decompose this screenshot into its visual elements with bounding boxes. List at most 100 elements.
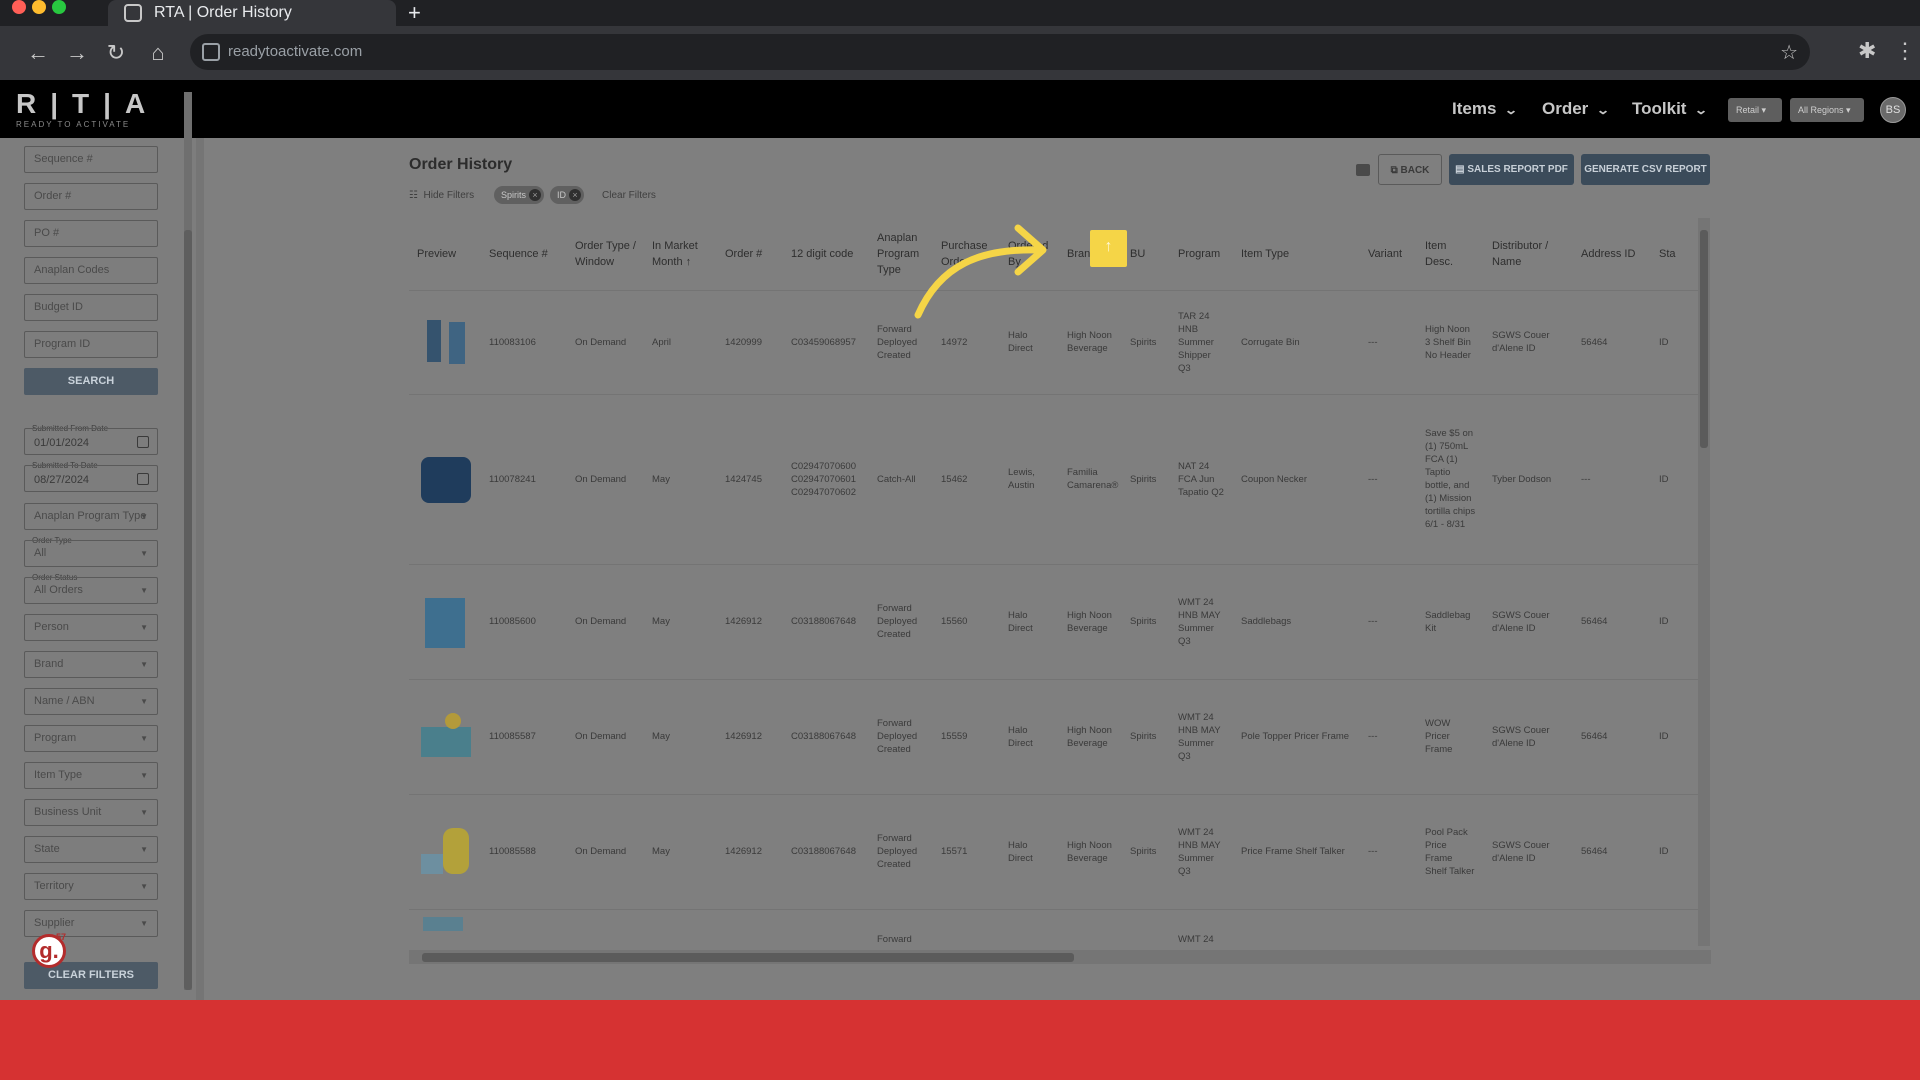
- document-icon: ▤: [1455, 164, 1465, 175]
- back-arrow-icon[interactable]: ←: [24, 39, 52, 67]
- minimize-window-icon[interactable]: [32, 0, 46, 14]
- extensions-puzzle-icon[interactable]: ✱: [1858, 38, 1876, 64]
- logo-tagline: READY TO ACTIVATE: [16, 120, 131, 129]
- sort-up-arrow-icon[interactable]: ↑: [1098, 235, 1119, 258]
- name-abn-select[interactable]: Name / ABN ▼: [24, 688, 158, 715]
- territory-select[interactable]: Territory ▼: [24, 873, 158, 900]
- nav-order-menu[interactable]: Order ⌄: [1542, 80, 1610, 139]
- reload-icon[interactable]: ↻: [102, 39, 130, 67]
- search-button[interactable]: SEARCH: [24, 368, 158, 395]
- col-order[interactable]: Order #: [717, 218, 783, 291]
- chip-remove-icon[interactable]: ×: [529, 189, 542, 201]
- table-horizontal-scroll-thumb[interactable]: [422, 953, 1074, 962]
- anaplan-program-type-select[interactable]: Anaplan Program Type ▼: [24, 503, 158, 530]
- product-thumbnail[interactable]: [419, 318, 471, 366]
- home-icon[interactable]: ⌂: [144, 39, 172, 67]
- person-label: Person: [34, 621, 69, 633]
- calendar-icon[interactable]: [137, 436, 149, 448]
- col-distributor[interactable]: Distributor / Name: [1484, 218, 1573, 291]
- table-vertical-scroll-thumb[interactable]: [1700, 230, 1708, 448]
- state-select[interactable]: State ▼: [24, 836, 158, 863]
- anaplan-program-type-label: Anaplan Program Type: [34, 510, 147, 522]
- maximize-window-icon[interactable]: [52, 0, 66, 14]
- item-type-select[interactable]: Item Type ▼: [24, 762, 158, 789]
- person-select[interactable]: Person ▼: [24, 614, 158, 641]
- table-row[interactable]: 110085588 On Demand May 1426912 C0318806…: [409, 794, 1709, 910]
- order-type-select[interactable]: All ▼: [24, 540, 158, 567]
- dropdown-arrow-icon: ▼: [140, 660, 148, 669]
- browser-toolbar: ← → ↻ ⌂ readytoactivate.com ☆ ✱ ⋮: [0, 26, 1920, 80]
- retail-select[interactable]: Retail ▾: [1728, 98, 1782, 122]
- highlighted-brand-sort-control[interactable]: ↑: [1090, 230, 1127, 267]
- col-12-digit-code[interactable]: 12 digit code: [783, 218, 869, 291]
- program-select[interactable]: Program ▼: [24, 725, 158, 752]
- page-title: Order History: [409, 156, 513, 173]
- order-type-cell: On Demand: [567, 394, 644, 565]
- print-icon[interactable]: [1356, 164, 1370, 176]
- preview-cell[interactable]: [409, 394, 481, 565]
- nav-items-menu[interactable]: Items ⌄: [1452, 80, 1518, 139]
- chip-remove-icon[interactable]: ×: [569, 189, 581, 201]
- sequence-cell: 110078241: [481, 394, 567, 565]
- order-number-input[interactable]: Order #: [24, 183, 158, 210]
- col-order-type[interactable]: Order Type / Window: [567, 218, 644, 291]
- bu-cell: Spirits: [1122, 394, 1170, 565]
- calendar-icon[interactable]: [137, 473, 149, 485]
- sales-report-pdf-button[interactable]: ▤ SALES REPORT PDF: [1449, 154, 1574, 185]
- preview-cell[interactable]: [409, 679, 481, 795]
- preview-cell[interactable]: [409, 290, 481, 395]
- table-row[interactable]: 110085587 On Demand May 1426912 C0318806…: [409, 679, 1709, 795]
- new-tab-icon[interactable]: +: [408, 0, 421, 26]
- col-variant[interactable]: Variant: [1360, 218, 1417, 291]
- ordered-by-cell: Halo Direct: [1000, 679, 1059, 795]
- filter-chip-id[interactable]: ID ×: [550, 186, 584, 204]
- col-item-desc[interactable]: Item Desc.: [1417, 218, 1484, 291]
- rta-logo[interactable]: R|T|A: [16, 88, 159, 120]
- preview-cell[interactable]: [409, 794, 481, 910]
- avatar[interactable]: BS: [1880, 97, 1906, 123]
- hide-filters-toggle[interactable]: ☷ Hide Filters: [409, 190, 474, 201]
- col-address-id[interactable]: Address ID: [1573, 218, 1651, 291]
- program-id-input[interactable]: Program ID: [24, 331, 158, 358]
- address-bar[interactable]: readytoactivate.com ☆: [190, 34, 1810, 70]
- submitted-to-date-field[interactable]: 08/27/2024: [24, 465, 158, 492]
- po-number-input[interactable]: PO #: [24, 220, 158, 247]
- product-thumbnail[interactable]: [419, 455, 471, 503]
- sidebar-scroll-thumb[interactable]: [184, 230, 192, 990]
- col-bu[interactable]: BU: [1122, 218, 1170, 291]
- supplier-select[interactable]: Supplier ▼: [24, 910, 158, 937]
- generate-csv-report-button[interactable]: GENERATE CSV REPORT: [1581, 154, 1710, 185]
- budget-id-input[interactable]: Budget ID: [24, 294, 158, 321]
- table-row[interactable]: 110078241 On Demand May 1424745 C0294707…: [409, 394, 1709, 565]
- filter-chip-spirits[interactable]: Spirits ×: [494, 186, 545, 204]
- close-window-icon[interactable]: [12, 0, 26, 14]
- product-thumbnail[interactable]: [419, 827, 471, 876]
- url-text: readytoactivate.com: [228, 43, 363, 60]
- regions-select[interactable]: All Regions ▾: [1790, 98, 1864, 122]
- site-info-icon[interactable]: [202, 43, 220, 61]
- sequence-number-input[interactable]: Sequence #: [24, 146, 158, 173]
- product-thumbnail[interactable]: [419, 712, 471, 761]
- preview-cell[interactable]: [409, 564, 481, 680]
- brand-select[interactable]: Brand ▼: [24, 651, 158, 678]
- clear-filters-link[interactable]: Clear Filters: [602, 190, 656, 201]
- col-item-type[interactable]: Item Type: [1233, 218, 1360, 291]
- order-status-select[interactable]: All Orders ▼: [24, 577, 158, 604]
- sort-ascending-icon[interactable]: ↑: [686, 256, 692, 268]
- nav-toolkit-menu[interactable]: Toolkit ⌄: [1632, 80, 1709, 139]
- col-sequence[interactable]: Sequence #: [481, 218, 567, 291]
- table-row[interactable]: 110085600 On Demand May 1426912 C0318806…: [409, 564, 1709, 680]
- bookmark-star-icon[interactable]: ☆: [1780, 40, 1798, 65]
- back-button[interactable]: ⧉ BACK: [1378, 154, 1442, 185]
- browser-menu-icon[interactable]: ⋮: [1894, 38, 1916, 64]
- col-program[interactable]: Program: [1170, 218, 1233, 291]
- submitted-from-date-field[interactable]: 01/01/2024: [24, 428, 158, 455]
- business-unit-select[interactable]: Business Unit ▼: [24, 799, 158, 826]
- browser-tab[interactable]: RTA | Order History: [108, 0, 396, 26]
- anaplan-codes-input[interactable]: Anaplan Codes: [24, 257, 158, 284]
- item-desc-cell: Save $5 on (1) 750mL FCA (1) Taptio bott…: [1417, 394, 1484, 565]
- forward-arrow-icon[interactable]: →: [63, 39, 91, 67]
- product-thumbnail[interactable]: [419, 597, 471, 648]
- col-in-market-month[interactable]: In Market Month ↑: [644, 218, 717, 291]
- col-preview[interactable]: Preview: [409, 218, 481, 291]
